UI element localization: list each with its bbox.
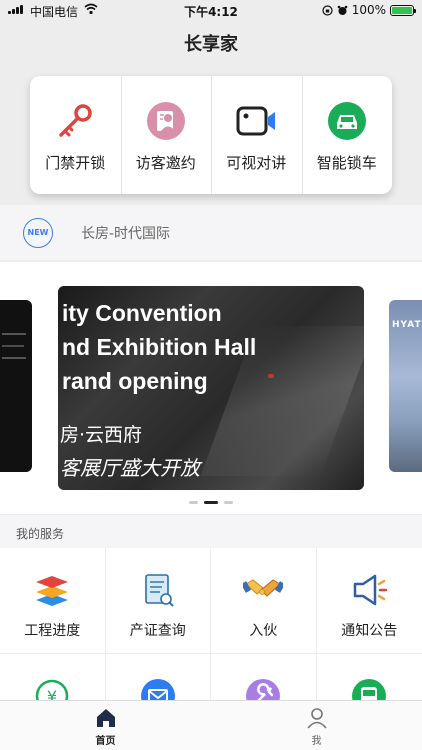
tab-home[interactable]: 首页 [0, 701, 211, 750]
app-screen: 中国电信 下午4:12 100% 长享家 门禁开锁 访客邀约 可视对讲 智能锁车… [0, 0, 422, 750]
service-notice[interactable]: 通知公告 [316, 548, 422, 654]
service-project-progress[interactable]: 工程进度 [0, 548, 106, 654]
banner-slide-prev[interactable] [0, 300, 32, 472]
tab-bar: 首页 我 [0, 700, 422, 750]
quick-action-label: 智能锁车 [316, 154, 377, 172]
tab-me-label: 我 [311, 736, 322, 747]
quick-action-label: 访客邀约 [135, 154, 196, 172]
quick-action-visitor[interactable]: 访客邀约 [120, 76, 212, 194]
service-move-in[interactable]: 入伙 [211, 548, 317, 654]
quick-actions-card: 门禁开锁 访客邀约 可视对讲 智能锁车 [30, 76, 392, 194]
layers-icon [32, 570, 72, 610]
community-name: 长房-时代国际 [81, 225, 171, 242]
banner-line-5: 客展厅盛大开放 [60, 456, 200, 480]
quick-action-label: 门禁开锁 [45, 154, 106, 172]
service-certificate-query[interactable]: 产证查询 [105, 548, 211, 654]
carousel-dot-active [204, 501, 218, 504]
banner-line-1: ity Convention [62, 300, 222, 326]
battery-icon [390, 4, 416, 16]
quick-action-door-unlock[interactable]: 门禁开锁 [30, 76, 121, 194]
quick-action-video-intercom[interactable]: 可视对讲 [211, 76, 302, 194]
quick-action-car-lock[interactable]: 智能锁车 [301, 76, 393, 194]
carousel-indicator [0, 501, 422, 504]
quick-action-label: 可视对讲 [226, 154, 287, 172]
battery-percent: 100% [351, 3, 386, 17]
rotation-lock-icon [322, 4, 333, 16]
alarm-icon [337, 5, 347, 15]
community-selector[interactable]: NEW 长房-时代国际 [0, 205, 422, 260]
video-call-icon [235, 100, 277, 142]
banner-carousel[interactable]: ity Convention nd Exhibition Hall rand o… [0, 262, 422, 514]
carousel-dot [224, 501, 233, 504]
banner-line-3: rand opening [62, 368, 208, 394]
banner-slide-current[interactable]: ity Convention nd Exhibition Hall rand o… [58, 286, 364, 490]
home-icon [96, 709, 115, 727]
service-label: 入伙 [249, 623, 278, 639]
tab-home-label: 首页 [95, 736, 116, 747]
banner-red-light [268, 374, 274, 378]
handshake-icon [243, 570, 284, 610]
service-label: 产证查询 [129, 623, 186, 639]
banner-next-text: HYATT [392, 320, 422, 330]
visitor-icon [145, 100, 187, 142]
banner-line-4: 房·云西府 [60, 424, 143, 446]
page-title: 长享家 [184, 34, 238, 55]
status-bar: 中国电信 下午4:12 100% [0, 0, 422, 22]
status-right: 100% [322, 3, 416, 17]
car-lock-icon [326, 100, 368, 142]
banner-prev-text [2, 330, 28, 394]
carousel-dot [189, 501, 198, 504]
banner-line-2: nd Exhibition Hall [62, 334, 257, 360]
tab-me[interactable]: 我 [211, 701, 422, 750]
service-label: 工程进度 [24, 623, 81, 639]
user-icon [306, 708, 327, 729]
services-section-title: 我的服务 [0, 515, 422, 548]
new-badge-icon: NEW [23, 217, 53, 248]
banner-slide-next[interactable]: HYATT [389, 300, 422, 472]
service-label: 通知公告 [341, 623, 398, 639]
key-icon [54, 100, 96, 142]
certificate-icon [138, 570, 178, 610]
megaphone-icon [349, 570, 389, 610]
